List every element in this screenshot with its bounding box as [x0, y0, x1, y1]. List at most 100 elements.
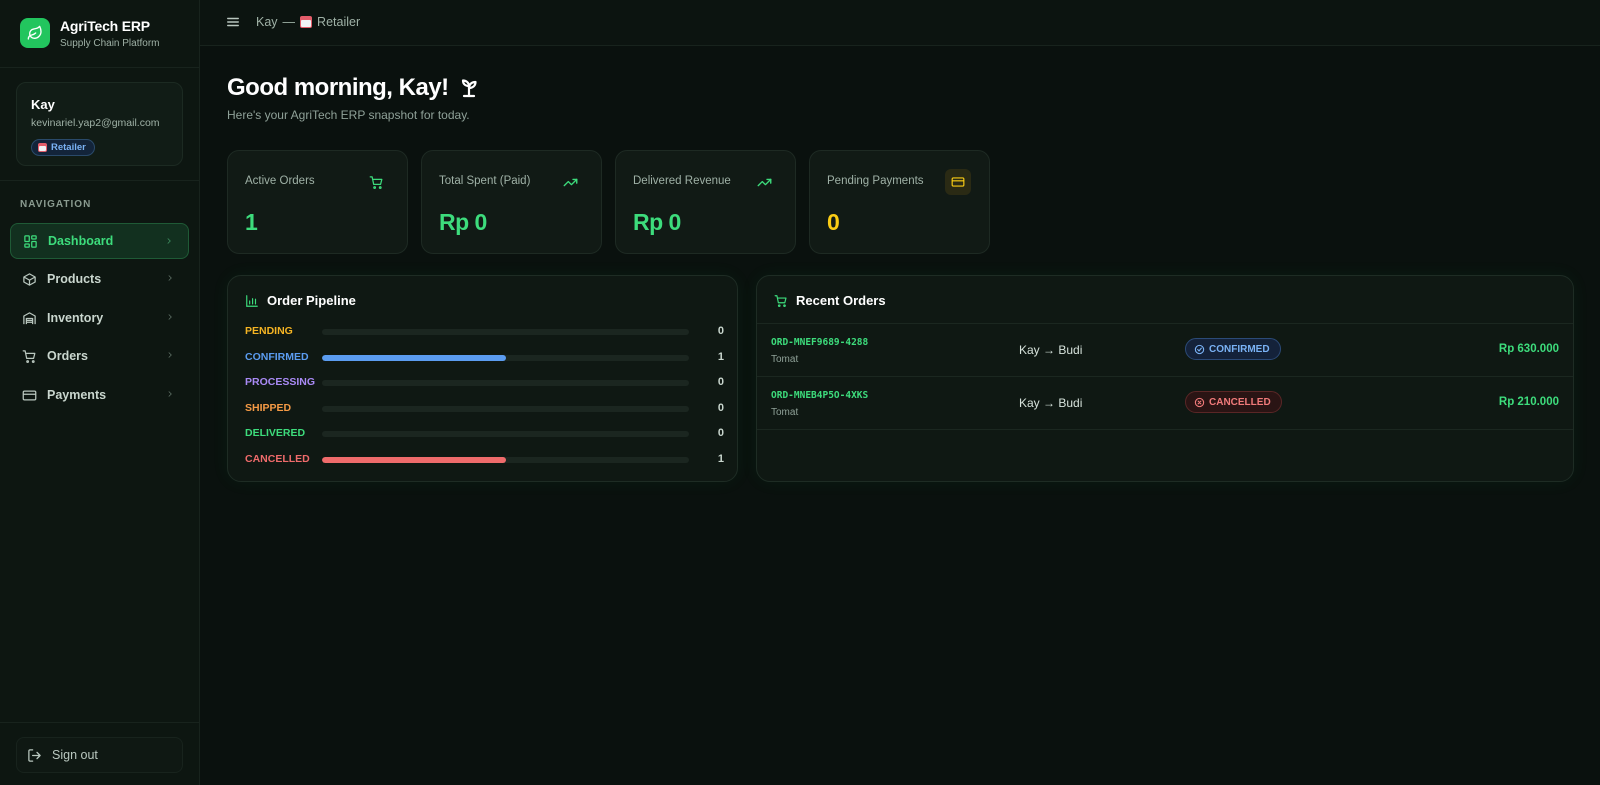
stat-card-active-orders: Active Orders 1 — [227, 150, 408, 254]
leaf-icon — [20, 18, 50, 48]
cart-icon — [22, 349, 36, 363]
pipeline-count: 1 — [717, 350, 724, 363]
chevron-right-icon — [168, 314, 172, 320]
user-name: Kay — [31, 97, 55, 112]
order-parties: Kay → Budi — [1019, 343, 1083, 357]
grid-icon — [24, 234, 37, 248]
pipeline-count: 0 — [717, 376, 724, 388]
user-card: Kay kevinariel.yap2@gmail.com Retailer — [16, 82, 183, 166]
card-icon — [22, 390, 37, 400]
sidebar-item-orders[interactable]: Orders — [10, 338, 189, 374]
breadcrumb: Kay — Retailer — [256, 15, 360, 29]
order-product: Tomat — [771, 354, 799, 365]
cart-icon — [363, 169, 389, 195]
page-subtitle: Here's your AgriTech ERP snapshot for to… — [227, 108, 470, 122]
order-id[interactable]: ORD-MNEB4P5O-4XKS — [771, 390, 868, 401]
chevron-right-icon — [168, 352, 172, 358]
calendar-icon — [38, 143, 47, 152]
panel-title: Order Pipeline — [245, 293, 356, 308]
divider — [0, 722, 199, 723]
page-title: Good morning, Kay! — [227, 74, 481, 102]
sidebar-item-label: Dashboard — [48, 234, 114, 248]
pipeline-bar-track — [322, 354, 689, 361]
card-icon — [945, 169, 971, 195]
pipeline-bar-track — [322, 431, 689, 437]
sidebar-item-label: Orders — [47, 349, 88, 363]
divider — [0, 180, 199, 181]
status-label: CONFIRMED — [1209, 343, 1270, 355]
sprout-icon — [461, 79, 477, 98]
pipeline-row: SHIPPED 0 — [245, 401, 724, 416]
sidebar-item-label: Products — [47, 272, 102, 286]
brand: AgriTech ERP Supply Chain Platform — [0, 0, 199, 68]
table-row[interactable]: ORD-MNEF9689-4288 Tomat Kay → Budi CONFIRME… — [757, 323, 1573, 376]
stat-value: 1 — [245, 209, 258, 235]
pipeline-title: Order Pipeline — [267, 293, 356, 308]
chevron-right-icon — [167, 238, 171, 244]
pipeline-bar-track — [322, 405, 689, 412]
pipeline-bar-track — [322, 456, 689, 463]
pipeline-count: 0 — [717, 401, 724, 414]
nav-heading: NAVIGATION — [20, 199, 92, 210]
pipeline-count: 0 — [717, 325, 724, 337]
cart-icon — [774, 294, 787, 307]
pipeline-row: CANCELLED 1 — [245, 452, 724, 467]
greeting-text: Good morning, Kay! — [227, 74, 449, 101]
brand-name: AgriTech ERP — [60, 18, 150, 34]
pipeline-bar-fill — [322, 354, 506, 361]
sign-out-label: Sign out — [52, 748, 98, 762]
recent-orders-panel: Recent Orders ORD-MNEF9689-4288 Tomat Kay … — [756, 275, 1574, 482]
order-pipeline-panel: Order Pipeline PENDING 0 CONFIRMED 1 PROCESS… — [227, 275, 738, 482]
order-product: Tomat — [771, 407, 799, 418]
stat-label: Total Spent (Paid) — [439, 175, 531, 187]
row-divider — [757, 429, 1573, 430]
chevron-right-icon — [168, 275, 172, 281]
warehouse-icon — [23, 311, 36, 324]
sidebar-item-label: Inventory — [47, 311, 104, 325]
pipeline-status-label: CONFIRMED — [245, 350, 309, 363]
sidebar-item-label: Payments — [47, 388, 107, 402]
sidebar-item-dashboard[interactable]: Dashboard — [10, 223, 189, 259]
pipeline-row: PROCESSING 0 — [245, 376, 724, 390]
stat-card-delivered-revenue: Delivered Revenue Rp 0 — [615, 150, 796, 254]
calendar-icon — [300, 16, 313, 28]
stat-value: 0 — [827, 209, 840, 235]
sidebar-item-payments[interactable]: Payments — [10, 377, 189, 413]
pipeline-row: PENDING 0 — [245, 325, 724, 339]
recent-orders-title: Recent Orders — [796, 293, 886, 308]
box-icon — [23, 272, 36, 286]
topbar: Kay — Retailer — [200, 0, 1600, 46]
stat-card-pending-payments: Pending Payments 0 — [809, 150, 990, 254]
check-circle-icon — [1194, 344, 1205, 354]
panel-title: Recent Orders — [774, 293, 886, 308]
pipeline-row: DELIVERED 0 — [245, 427, 724, 441]
user-email: kevinariel.yap2@gmail.com — [31, 117, 160, 129]
role-badge: Retailer — [31, 139, 95, 156]
pipeline-status-label: CANCELLED — [245, 452, 310, 465]
order-id[interactable]: ORD-MNEF9689-4288 — [771, 337, 868, 348]
breadcrumb-user: Kay — [256, 15, 278, 29]
pipeline-status-label: SHIPPED — [245, 401, 292, 414]
bar-chart-icon — [246, 294, 258, 307]
stat-card-total-spent: Total Spent (Paid) Rp 0 — [421, 150, 602, 254]
pipeline-bar-track — [322, 329, 689, 335]
order-parties: Kay → Budi — [1019, 396, 1083, 410]
status-badge: CANCELLED — [1185, 391, 1282, 413]
sidebar: AgriTech ERP Supply Chain Platform Kay k… — [0, 0, 200, 785]
pipeline-status-label: PENDING — [245, 325, 293, 337]
sidebar-item-products[interactable]: Products — [10, 261, 189, 297]
logout-icon — [28, 748, 41, 762]
chevron-right-icon — [168, 391, 172, 397]
pipeline-count: 0 — [717, 427, 724, 439]
trending-up-icon — [751, 169, 777, 195]
table-row[interactable]: ORD-MNEB4P5O-4XKS Tomat Kay → Budi CANCELLE… — [757, 376, 1573, 429]
brand-tagline: Supply Chain Platform — [60, 38, 160, 49]
sign-out-button[interactable]: Sign out — [16, 737, 183, 773]
stat-label: Delivered Revenue — [633, 175, 731, 187]
pipeline-bar-fill — [322, 456, 506, 463]
sidebar-item-inventory[interactable]: Inventory — [10, 300, 189, 336]
breadcrumb-role: Retailer — [317, 15, 361, 29]
pipeline-status-label: DELIVERED — [245, 427, 306, 439]
pipeline-count: 1 — [717, 452, 724, 465]
menu-icon[interactable] — [226, 15, 240, 29]
